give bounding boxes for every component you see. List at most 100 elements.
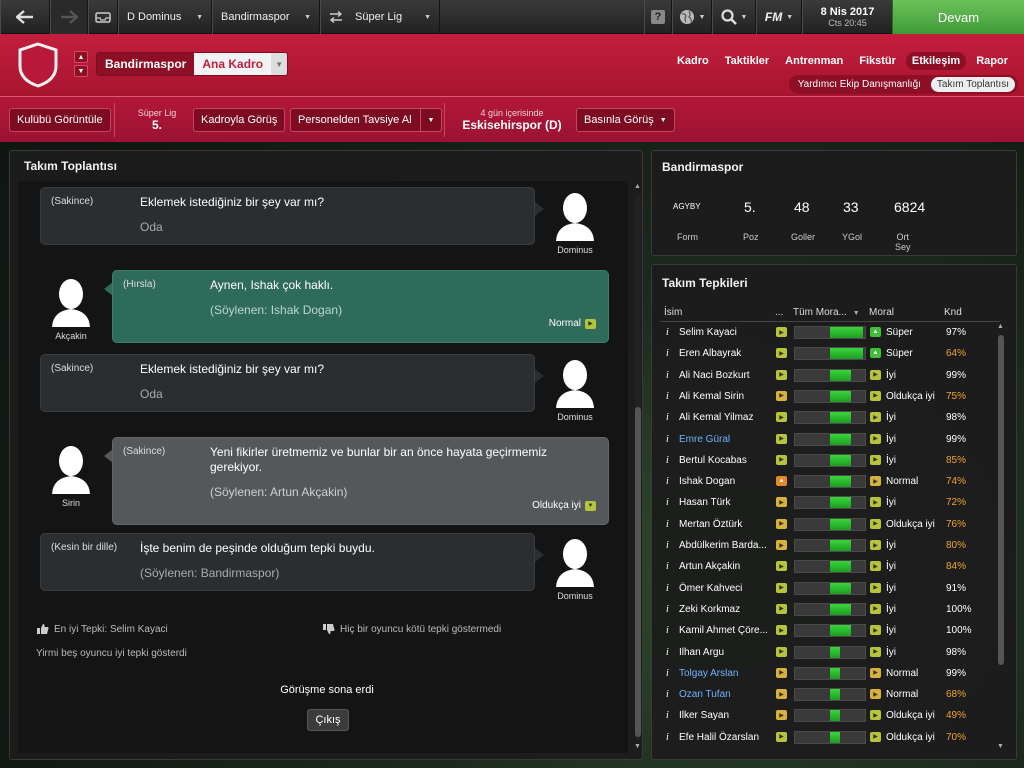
player-name[interactable]: Ali Naci Bozkurt: [679, 370, 750, 381]
info-icon[interactable]: i: [666, 370, 669, 381]
nav-antrenman[interactable]: Antrenman: [779, 52, 849, 70]
scroll-thumb[interactable]: [998, 335, 1004, 665]
conversation-scrollbar[interactable]: ▲ ▼: [633, 181, 643, 753]
table-row[interactable]: i Efe Halil Özarslan ▶ ▶ Oldukça iyi 70%: [660, 728, 994, 749]
player-name[interactable]: Zeki Korkmaz: [679, 604, 740, 615]
table-row[interactable]: i Kamil Ahmet Çöre... ▶ ▶ İyi 100%: [660, 621, 994, 642]
squad-dropdown-button[interactable]: ▼: [271, 53, 288, 75]
info-icon[interactable]: i: [666, 540, 669, 551]
info-icon[interactable]: i: [666, 519, 669, 530]
scroll-thumb[interactable]: [635, 407, 641, 737]
column-header-all-morale[interactable]: Tüm Mora... ▼: [793, 307, 860, 318]
table-row[interactable]: i Artun Akçakin ▶ ▶ İyi 84%: [660, 557, 994, 578]
info-icon[interactable]: i: [666, 434, 669, 445]
exit-button[interactable]: Çıkış: [307, 709, 349, 731]
column-header-reaction[interactable]: ...: [775, 307, 783, 318]
player-name[interactable]: Bertul Kocabas: [679, 455, 747, 466]
table-row[interactable]: i Bertul Kocabas ▶ ▶ İyi 85%: [660, 451, 994, 472]
scroll-down-icon[interactable]: ▼: [634, 743, 641, 750]
info-icon[interactable]: i: [666, 732, 669, 743]
info-icon[interactable]: i: [666, 327, 669, 338]
player-name[interactable]: Selim Kayaci: [679, 327, 737, 338]
info-icon[interactable]: i: [666, 412, 669, 423]
table-row[interactable]: i Mertan Öztürk ▶ ▶ Oldukça iyi 76%: [660, 515, 994, 536]
info-icon[interactable]: i: [666, 668, 669, 679]
column-header-morale[interactable]: Moral: [869, 307, 894, 318]
scroll-up-icon[interactable]: ▲: [634, 183, 641, 190]
column-header-name[interactable]: İsim: [664, 307, 682, 318]
table-row[interactable]: i Selim Kayaci ▶ ▲ Süper 97%: [660, 323, 994, 344]
reactions-scrollbar[interactable]: ▲ ▼: [996, 323, 1006, 755]
player-name[interactable]: Ali Kemal Sirin: [679, 391, 744, 402]
nav-etkilesim[interactable]: Etkileşim: [905, 52, 967, 70]
player-name[interactable]: Mertan Öztürk: [679, 519, 742, 530]
table-row[interactable]: i Zeki Korkmaz ▶ ▶ İyi 100%: [660, 600, 994, 621]
table-row[interactable]: i Ali Kemal Yilmaz ▶ ▶ İyi 98%: [660, 408, 994, 429]
nav-fikstur[interactable]: Fikstür: [853, 52, 902, 70]
table-row[interactable]: i Ishak Dogan ▲ ▶ Normal 74%: [660, 472, 994, 493]
player-name[interactable]: Ishak Dogan: [679, 476, 735, 487]
player-name[interactable]: Artun Akçakin: [679, 561, 740, 572]
continue-button[interactable]: Devam: [892, 0, 1024, 34]
player-name[interactable]: Ilker Sayan: [679, 710, 729, 721]
table-row[interactable]: i Tolgay Arslan ▶ ▶ Normal 99%: [660, 664, 994, 685]
scroll-down-icon[interactable]: ▼: [997, 743, 1004, 750]
nav-taktikler[interactable]: Taktikler: [719, 52, 775, 70]
help-button[interactable]: ?: [644, 0, 672, 34]
subnav-staff-advice[interactable]: Yardımcı Ekip Danışmanlığı: [792, 77, 927, 92]
forward-button[interactable]: [50, 0, 88, 34]
table-row[interactable]: i Abdülkerim Barda... ▶ ▶ İyi 80%: [660, 536, 994, 557]
info-icon[interactable]: i: [666, 647, 669, 658]
back-button[interactable]: [0, 0, 50, 34]
nav-rapor[interactable]: Rapor: [970, 52, 1014, 70]
info-icon[interactable]: i: [666, 583, 669, 594]
club-menu[interactable]: Bandirmaspor ▼: [212, 0, 320, 34]
info-icon[interactable]: i: [666, 710, 669, 721]
table-row[interactable]: i Ömer Kahveci ▶ ▶ İyi 91%: [660, 579, 994, 600]
player-name[interactable]: Kamil Ahmet Çöre...: [679, 625, 768, 636]
player-name[interactable]: Tolgay Arslan: [679, 668, 738, 679]
info-icon[interactable]: i: [666, 689, 669, 700]
info-icon[interactable]: i: [666, 625, 669, 636]
table-row[interactable]: i Ali Kemal Sirin ▶ ▶ Oldukça iyi 75%: [660, 387, 994, 408]
fm-menu[interactable]: FM ▼: [756, 0, 802, 34]
info-icon[interactable]: i: [666, 348, 669, 359]
date-display[interactable]: 8 Nis 2017 Cts 20:45: [802, 0, 892, 34]
info-icon[interactable]: i: [666, 497, 669, 508]
view-club-button[interactable]: Kulübü Görüntüle: [9, 108, 111, 132]
table-row[interactable]: i Ilhan Argu ▶ ▶ İyi 98%: [660, 643, 994, 664]
info-icon[interactable]: i: [666, 604, 669, 615]
player-name[interactable]: Eren Albayrak: [679, 348, 741, 359]
previous-club-button[interactable]: ▲: [74, 51, 88, 63]
table-row[interactable]: i Hasan Türk ▶ ▶ İyi 72%: [660, 493, 994, 514]
info-icon[interactable]: i: [666, 476, 669, 487]
staff-advice-button[interactable]: Personelden Tavsiye Al ▼: [290, 108, 443, 132]
world-menu[interactable]: ▼: [672, 0, 712, 34]
search-button[interactable]: ▼: [712, 0, 756, 34]
subnav-team-meeting[interactable]: Takım Toplantısı: [930, 77, 1015, 92]
info-icon[interactable]: i: [666, 561, 669, 572]
table-row[interactable]: i Eren Albayrak ▶ ▲ Süper 64%: [660, 344, 994, 365]
player-name[interactable]: Abdülkerim Barda...: [679, 540, 767, 551]
column-header-knd[interactable]: Knd: [944, 307, 962, 318]
table-row[interactable]: i Ilker Sayan ▶ ▶ Oldukça iyi 49%: [660, 706, 994, 727]
club-tab-name[interactable]: Bandirmaspor: [97, 53, 195, 75]
manager-menu[interactable]: D Dominus ▼: [118, 0, 212, 34]
squad-tab-name[interactable]: Ana Kadro: [194, 53, 272, 75]
table-row[interactable]: i Ozan Tufan ▶ ▶ Normal 68%: [660, 685, 994, 706]
player-name[interactable]: Efe Halil Özarslan: [679, 732, 759, 743]
player-name[interactable]: Ali Kemal Yilmaz: [679, 412, 753, 423]
squad-talk-button[interactable]: Kadroyla Görüş: [193, 108, 286, 132]
table-row[interactable]: i Ali Naci Bozkurt ▶ ▶ İyi 99%: [660, 366, 994, 387]
inbox-button[interactable]: [88, 0, 118, 34]
player-name[interactable]: Ömer Kahveci: [679, 583, 742, 594]
info-icon[interactable]: i: [666, 391, 669, 402]
scroll-up-icon[interactable]: ▲: [997, 323, 1004, 330]
player-name[interactable]: Hasan Türk: [679, 497, 731, 508]
table-row[interactable]: i Emre Güral ▶ ▶ İyi 99%: [660, 430, 994, 451]
next-club-button[interactable]: ▼: [74, 65, 88, 77]
league-menu[interactable]: Süper Lig ▼: [320, 0, 440, 34]
info-icon[interactable]: i: [666, 455, 669, 466]
club-selector[interactable]: Bandirmaspor Ana Kadro ▼: [96, 52, 289, 76]
nav-kadro[interactable]: Kadro: [671, 52, 715, 70]
